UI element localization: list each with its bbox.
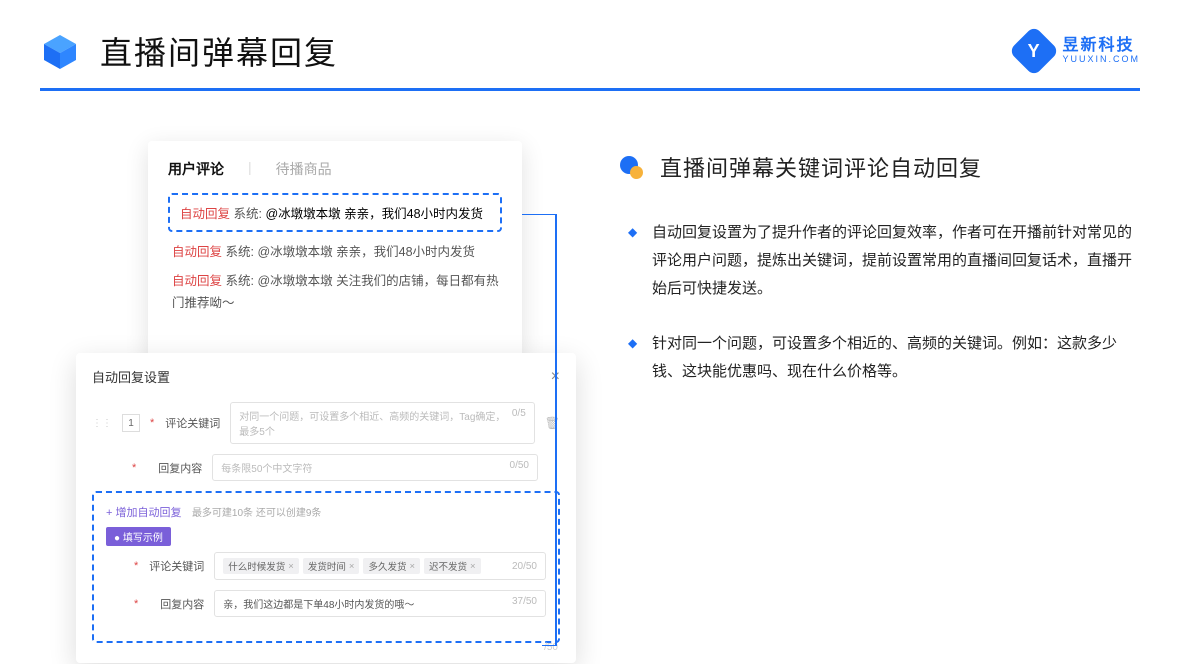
tabs: 用户评论 | 待播商品 (168, 159, 502, 179)
system-label: 系统: (234, 207, 262, 221)
content-label: 回复内容 (146, 460, 202, 476)
brand-name: 昱新科技 (1062, 37, 1140, 55)
main: 用户评论 | 待播商品 自动回复 系统: @冰墩墩本墩 亲亲，我们48小时内发货… (0, 91, 1180, 414)
tag-chip[interactable]: 发货时间× (303, 558, 360, 574)
add-reply-link[interactable]: + 增加自动回复 (106, 507, 181, 519)
auto-reply-tag: 自动回复 (180, 207, 230, 221)
header: 直播间弹幕回复 Y 昱新科技 YUUXIN.COM (0, 0, 1180, 88)
comments-card: 用户评论 | 待播商品 自动回复 系统: @冰墩墩本墩 亲亲，我们48小时内发货… (148, 141, 522, 362)
reply-text: @冰墩墩本墩 亲亲，我们48小时内发货 (265, 207, 483, 221)
settings-header: 自动回复设置 × (92, 367, 560, 386)
logo-cube-icon (40, 31, 80, 71)
required-mark: * (150, 417, 154, 429)
brand: Y 昱新科技 YUUXIN.COM (1016, 33, 1140, 69)
tab-comments[interactable]: 用户评论 (168, 159, 224, 179)
section-title: 直播间弹幕关键词评论自动回复 (660, 151, 982, 183)
drag-icon[interactable]: ⋮⋮ (92, 418, 112, 429)
brand-url: YUUXIN.COM (1062, 55, 1140, 65)
close-icon[interactable]: × (551, 368, 560, 386)
tag-chip[interactable]: 多久发货× (363, 558, 420, 574)
keyword-label: 评论关键词 (164, 415, 220, 431)
example-keyword-input[interactable]: 什么时候发货× 发货时间× 多久发货× 迟不发货× 20/50 (214, 552, 546, 580)
content-input[interactable]: 每条限50个中文字符 0/50 (212, 454, 538, 481)
bullet-list: 自动回复设置为了提升作者的评论回复效率，作者可在开播前针对常见的评论用户问题，提… (620, 219, 1140, 386)
left-column: 用户评论 | 待播商品 自动回复 系统: @冰墩墩本墩 亲亲，我们48小时内发货… (40, 141, 560, 414)
content-row: * 回复内容 每条限50个中文字符 0/50 (92, 454, 560, 481)
example-box: + 增加自动回复 最多可建10条 还可以创建9条 ● 填写示例 * 评论关键词 … (92, 491, 560, 643)
keyword-row: ⋮⋮ 1 * 评论关键词 对同一个问题，可设置多个相近、高频的关键词，Tag确定… (92, 402, 560, 444)
example-content-row: * 回复内容 亲，我们这边都是下单48小时内发货的哦～ 37/50 (106, 590, 546, 617)
brand-icon: Y (1009, 26, 1060, 77)
keyword-input[interactable]: 对同一个问题，可设置多个相近、高频的关键词，Tag确定，最多5个 0/5 (230, 402, 534, 444)
tab-products[interactable]: 待播商品 (276, 159, 332, 179)
bullet-item: 自动回复设置为了提升作者的评论回复效率，作者可在开播前针对常见的评论用户问题，提… (648, 219, 1140, 302)
bubble-icon (620, 154, 646, 180)
settings-title: 自动回复设置 (92, 367, 170, 386)
reply-row: 自动回复 系统: @冰墩墩本墩 亲亲，我们48小时内发货 (172, 242, 502, 263)
section-head: 直播间弹幕关键词评论自动回复 (620, 151, 1140, 183)
right-column: 直播间弹幕关键词评论自动回复 自动回复设置为了提升作者的评论回复效率，作者可在开… (620, 141, 1140, 414)
tag-chip[interactable]: 迟不发货× (424, 558, 481, 574)
trash-icon[interactable]: 🗑 (545, 416, 560, 430)
example-keyword-row: * 评论关键词 什么时候发货× 发货时间× 多久发货× 迟不发货× 20/50 (106, 552, 546, 580)
example-content-input[interactable]: 亲，我们这边都是下单48小时内发货的哦～ 37/50 (214, 590, 546, 617)
page-title: 直播间弹幕回复 (100, 28, 338, 74)
brand-text: 昱新科技 YUUXIN.COM (1062, 37, 1140, 64)
header-left: 直播间弹幕回复 (40, 28, 338, 74)
example-pill: ● 填写示例 (106, 527, 171, 546)
bullet-item: 针对同一个问题，可设置多个相近的、高频的关键词。例如：这款多少钱、这块能优惠吗、… (648, 330, 1140, 386)
add-hint: 最多可建10条 还可以创建9条 (192, 508, 321, 519)
tag-chip[interactable]: 什么时候发货× (223, 558, 299, 574)
bottom-count: /50 (544, 642, 558, 653)
row-number: 1 (122, 414, 140, 432)
highlighted-reply: 自动回复 系统: @冰墩墩本墩 亲亲，我们48小时内发货 (168, 193, 502, 232)
reply-row: 自动回复 系统: @冰墩墩本墩 关注我们的店铺，每日都有热门推荐呦～ (172, 271, 502, 314)
settings-card: 自动回复设置 × ⋮⋮ 1 * 评论关键词 对同一个问题，可设置多个相近、高频的… (76, 353, 576, 663)
